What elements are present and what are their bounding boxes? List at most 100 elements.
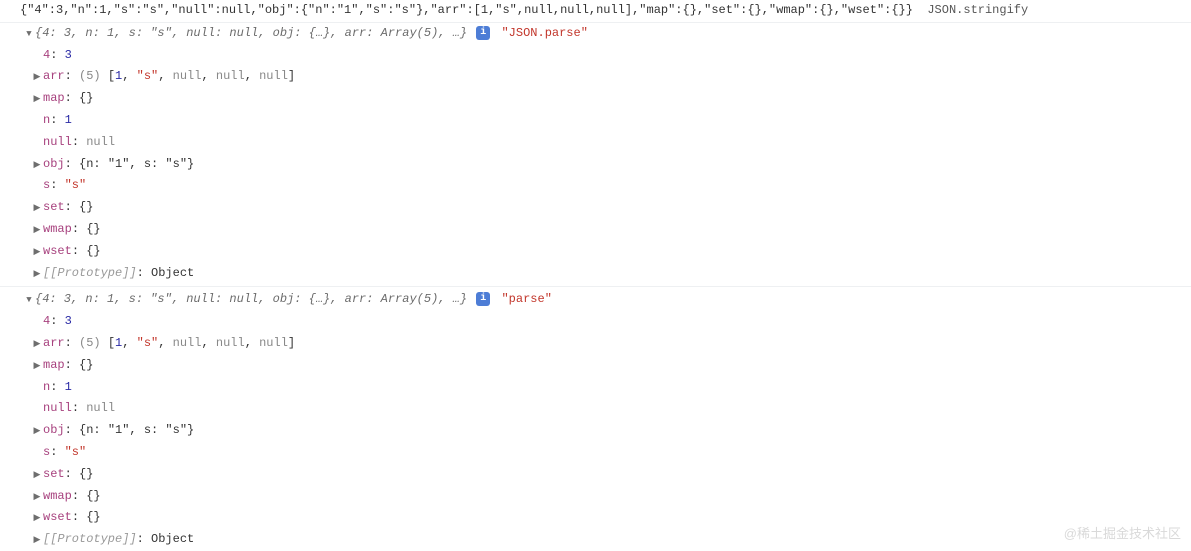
colon-sep: : bbox=[72, 222, 86, 236]
property-row[interactable]: map: {} bbox=[0, 355, 1191, 377]
info-icon[interactable]: i bbox=[476, 26, 490, 40]
property-value: {n: "1", s: "s"} bbox=[79, 157, 194, 171]
property-row: 4: 3 bbox=[0, 45, 1191, 67]
colon-sep: : bbox=[65, 91, 79, 105]
colon-sep: : bbox=[65, 423, 79, 437]
expand-arrow-icon[interactable] bbox=[32, 220, 42, 240]
property-row[interactable]: arr: (5) [1, "s", null, null, null] bbox=[0, 66, 1191, 88]
expand-arrow-icon[interactable] bbox=[32, 242, 42, 262]
expand-arrow-icon[interactable] bbox=[32, 67, 42, 87]
property-value: (5) [1, "s", null, null, null] bbox=[79, 336, 295, 350]
property-row[interactable]: set: {} bbox=[0, 464, 1191, 486]
expand-arrow-icon[interactable] bbox=[32, 89, 42, 109]
trailer-label: JSON.stringify bbox=[927, 3, 1028, 17]
expand-arrow-icon[interactable] bbox=[32, 155, 42, 175]
colon-sep: : bbox=[50, 380, 64, 394]
expand-arrow-icon[interactable] bbox=[32, 334, 42, 354]
colon-sep: : bbox=[137, 532, 151, 546]
object-group: {4: 3, n: 1, s: "s", null: null, obj: {…… bbox=[0, 23, 1191, 285]
colon-sep: : bbox=[72, 244, 86, 258]
property-value: {} bbox=[86, 489, 100, 503]
property-key: arr bbox=[43, 336, 65, 350]
property-key: wset bbox=[43, 244, 72, 258]
group-label: "JSON.parse" bbox=[501, 26, 587, 40]
colon-sep: : bbox=[137, 266, 151, 280]
expand-arrow-icon[interactable] bbox=[32, 356, 42, 376]
property-key: wmap bbox=[43, 222, 72, 236]
property-row[interactable]: obj: {n: "1", s: "s"} bbox=[0, 154, 1191, 176]
object-summary-text: {4: 3, n: 1, s: "s", null: null, obj: {…… bbox=[35, 292, 467, 306]
property-key: map bbox=[43, 91, 65, 105]
expand-arrow-icon[interactable] bbox=[24, 24, 34, 44]
property-value: {} bbox=[86, 222, 100, 236]
colon-sep: : bbox=[50, 113, 64, 127]
property-key: obj bbox=[43, 157, 65, 171]
property-row[interactable]: wmap: {} bbox=[0, 219, 1191, 241]
expand-arrow-icon[interactable] bbox=[32, 198, 42, 218]
property-value: "s" bbox=[65, 445, 87, 459]
property-key: set bbox=[43, 200, 65, 214]
property-key: set bbox=[43, 467, 65, 481]
property-key: map bbox=[43, 358, 65, 372]
property-key: wmap bbox=[43, 489, 72, 503]
property-row[interactable]: [[Prototype]]: Object bbox=[0, 263, 1191, 285]
property-value: 3 bbox=[65, 314, 72, 328]
group-label: "parse" bbox=[501, 292, 551, 306]
expand-arrow-icon[interactable] bbox=[32, 530, 42, 550]
property-value: Object bbox=[151, 532, 194, 546]
property-value: "s" bbox=[65, 178, 87, 192]
property-row: n: 1 bbox=[0, 110, 1191, 132]
property-value: {} bbox=[79, 467, 93, 481]
colon-sep: : bbox=[65, 69, 79, 83]
property-value: {} bbox=[86, 510, 100, 524]
object-summary-row[interactable]: {4: 3, n: 1, s: "s", null: null, obj: {…… bbox=[0, 289, 1191, 311]
property-value: (5) [1, "s", null, null, null] bbox=[79, 69, 295, 83]
property-key: obj bbox=[43, 423, 65, 437]
expand-arrow-icon[interactable] bbox=[32, 264, 42, 284]
property-value: 3 bbox=[65, 48, 72, 62]
property-value: Object bbox=[151, 266, 194, 280]
property-row[interactable]: [[Prototype]]: Object bbox=[0, 529, 1191, 551]
property-row[interactable]: wset: {} bbox=[0, 507, 1191, 529]
colon-sep: : bbox=[72, 510, 86, 524]
property-value: {} bbox=[79, 358, 93, 372]
property-value: {} bbox=[79, 200, 93, 214]
expand-arrow-icon[interactable] bbox=[32, 508, 42, 528]
property-row[interactable]: map: {} bbox=[0, 88, 1191, 110]
info-icon[interactable]: i bbox=[476, 292, 490, 306]
expand-arrow-icon[interactable] bbox=[32, 421, 42, 441]
property-key: arr bbox=[43, 69, 65, 83]
object-summary-text: {4: 3, n: 1, s: "s", null: null, obj: {…… bbox=[35, 26, 467, 40]
colon-sep: : bbox=[50, 445, 64, 459]
property-row[interactable]: obj: {n: "1", s: "s"} bbox=[0, 420, 1191, 442]
expand-arrow-icon[interactable] bbox=[24, 290, 34, 310]
property-row[interactable]: wmap: {} bbox=[0, 486, 1191, 508]
expand-arrow-icon[interactable] bbox=[32, 465, 42, 485]
expand-arrow-icon[interactable] bbox=[32, 487, 42, 507]
prototype-key: [[Prototype]] bbox=[43, 532, 137, 546]
property-row: null: null bbox=[0, 398, 1191, 420]
property-value: 1 bbox=[65, 113, 72, 127]
property-key: null bbox=[43, 135, 72, 149]
property-value: {n: "1", s: "s"} bbox=[79, 423, 194, 437]
colon-sep: : bbox=[65, 358, 79, 372]
colon-sep: : bbox=[50, 48, 64, 62]
property-value: null bbox=[86, 401, 115, 415]
property-row: null: null bbox=[0, 132, 1191, 154]
property-row[interactable]: set: {} bbox=[0, 197, 1191, 219]
colon-sep: : bbox=[72, 489, 86, 503]
property-value: null bbox=[86, 135, 115, 149]
colon-sep: : bbox=[72, 401, 86, 415]
prototype-key: [[Prototype]] bbox=[43, 266, 137, 280]
property-value: 1 bbox=[65, 380, 72, 394]
property-row: s: "s" bbox=[0, 442, 1191, 464]
property-row[interactable]: arr: (5) [1, "s", null, null, null] bbox=[0, 333, 1191, 355]
colon-sep: : bbox=[65, 467, 79, 481]
property-row[interactable]: wset: {} bbox=[0, 241, 1191, 263]
property-key: null bbox=[43, 401, 72, 415]
colon-sep: : bbox=[65, 157, 79, 171]
property-row: s: "s" bbox=[0, 175, 1191, 197]
colon-sep: : bbox=[50, 314, 64, 328]
object-summary-row[interactable]: {4: 3, n: 1, s: "s", null: null, obj: {…… bbox=[0, 23, 1191, 45]
property-row: n: 1 bbox=[0, 377, 1191, 399]
